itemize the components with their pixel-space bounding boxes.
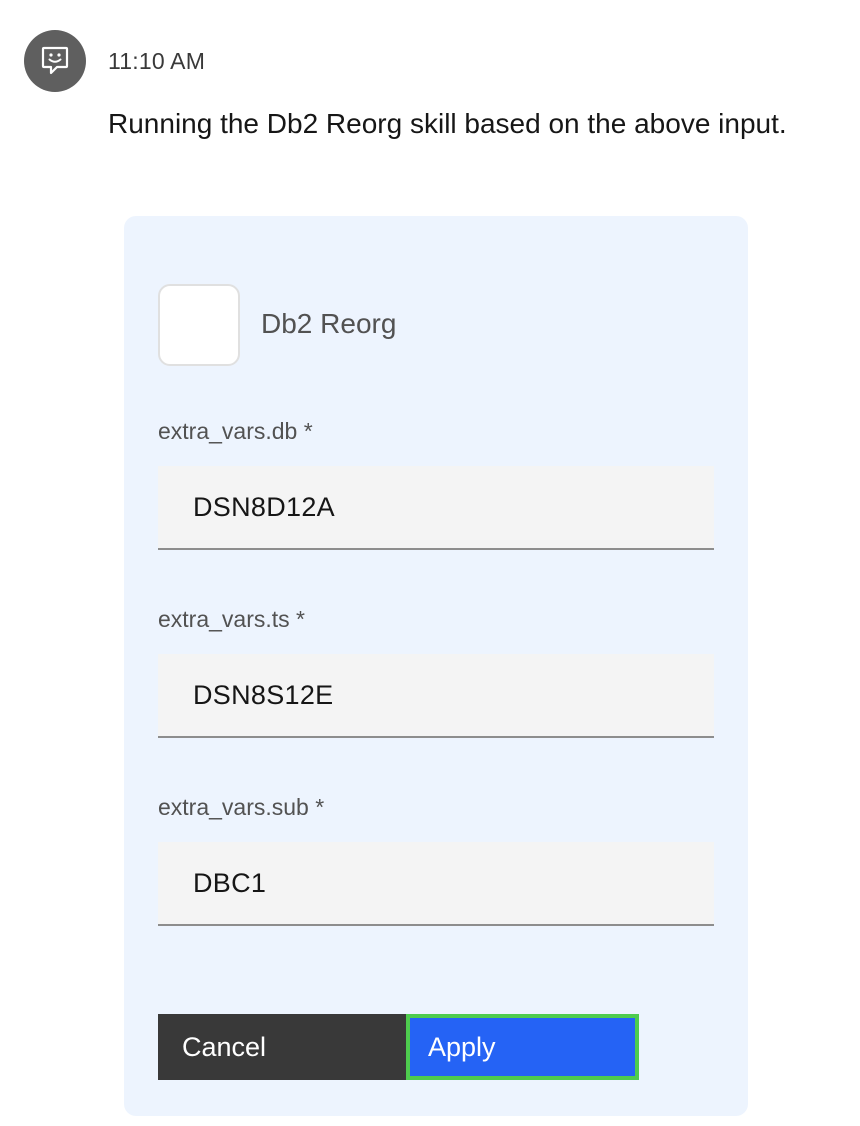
- chat-page: 11:10 AM Running the Db2 Reorg skill bas…: [0, 0, 860, 1126]
- cancel-button-label: Cancel: [182, 1031, 267, 1062]
- skill-name: Db2 Reorg: [261, 308, 397, 339]
- cancel-button[interactable]: Cancel: [158, 1014, 406, 1080]
- field-label-sub: extra_vars.sub *: [158, 794, 325, 820]
- apply-button-label: Apply: [428, 1031, 496, 1062]
- db-input[interactable]: DSN8D12A: [158, 466, 714, 550]
- sub-input[interactable]: DBC1: [158, 842, 714, 926]
- chat-bot-icon: [24, 30, 86, 92]
- ts-input[interactable]: DSN8S12E: [158, 654, 714, 738]
- bot-message-text: Running the Db2 Reorg skill based on the…: [108, 108, 787, 139]
- field-label-ts: extra_vars.ts *: [158, 606, 305, 632]
- skill-icon: [158, 284, 240, 366]
- skill-form-card: Db2 Reorg extra_vars.db * DSN8D12A extra…: [124, 216, 748, 1116]
- field-label-db: extra_vars.db *: [158, 418, 313, 444]
- apply-button[interactable]: Apply: [406, 1014, 639, 1080]
- message-timestamp: 11:10 AM: [108, 48, 206, 74]
